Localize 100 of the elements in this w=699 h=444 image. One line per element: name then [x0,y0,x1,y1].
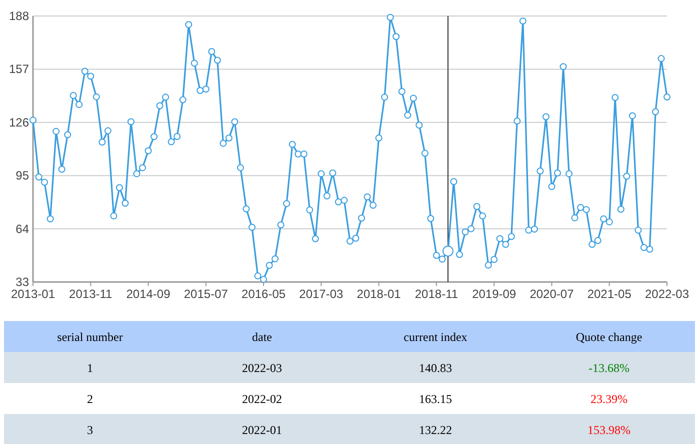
data-point[interactable] [306,206,314,214]
data-point[interactable] [462,228,469,236]
data-point[interactable] [606,218,613,226]
data-point[interactable] [266,262,273,269]
data-point[interactable] [231,118,238,126]
data-point[interactable] [456,251,463,258]
data-point[interactable] [139,164,146,172]
data-point[interactable] [150,133,158,140]
data-point[interactable] [254,272,262,280]
data-point[interactable] [41,178,48,186]
data-point[interactable] [64,131,72,138]
data-point[interactable] [127,118,134,126]
data-point[interactable] [312,235,319,242]
data-point[interactable] [508,233,515,240]
data-point[interactable] [479,212,486,220]
data-point[interactable] [202,86,210,93]
data-point[interactable] [58,166,66,173]
data-point[interactable] [554,170,561,177]
data-point[interactable] [340,196,348,204]
data-point[interactable] [144,147,152,154]
data-point[interactable] [612,94,619,102]
data-point[interactable] [404,112,412,119]
data-point[interactable] [375,134,382,142]
data-point[interactable] [438,256,446,263]
data-point[interactable] [594,236,602,244]
data-point[interactable] [300,150,308,158]
data-point[interactable] [334,198,342,206]
data-point[interactable] [70,92,77,99]
data-point[interactable] [260,276,268,283]
data-point[interactable] [623,172,630,180]
data-point[interactable] [237,164,244,172]
data-point[interactable] [410,94,417,102]
data-point[interactable] [220,140,227,147]
data-point[interactable] [582,206,590,214]
data-point[interactable] [548,183,556,190]
data-point[interactable] [174,132,181,140]
data-point[interactable] [617,206,624,213]
data-point[interactable] [525,226,532,234]
data-point[interactable] [318,170,325,178]
data-point[interactable] [652,108,659,116]
data-point[interactable] [421,150,428,157]
data-point[interactable] [196,86,204,94]
data-point[interactable] [514,118,521,125]
data-point[interactable] [283,200,290,208]
data-point[interactable] [442,246,454,257]
data-point[interactable] [628,112,636,120]
data-point[interactable] [98,138,106,146]
data-point[interactable] [530,226,538,233]
data-point[interactable] [225,134,232,142]
data-point[interactable] [364,193,371,200]
data-point[interactable] [185,21,192,28]
data-point[interactable] [133,170,140,178]
data-point[interactable] [536,167,544,174]
data-point[interactable] [646,246,654,253]
data-point[interactable] [179,96,186,104]
data-point[interactable] [116,184,123,192]
data-point[interactable] [392,33,400,40]
data-point[interactable] [496,235,504,242]
data-point[interactable] [30,116,36,124]
data-point[interactable] [370,202,377,209]
data-point[interactable] [473,203,480,210]
data-point[interactable] [577,204,584,212]
data-point[interactable] [381,94,388,101]
data-point[interactable] [450,178,458,186]
data-point[interactable] [398,88,406,95]
data-point[interactable] [208,48,216,56]
data-point[interactable] [588,240,596,248]
data-point[interactable] [242,205,250,212]
data-point[interactable] [352,234,360,242]
data-point[interactable] [600,215,608,222]
data-point[interactable] [277,221,284,228]
data-point[interactable] [104,127,112,134]
data-point[interactable] [658,55,665,62]
data-point[interactable] [35,173,42,180]
data-point[interactable] [272,255,279,262]
data-point[interactable] [542,113,550,120]
data-point[interactable] [571,214,578,222]
data-point[interactable] [468,225,475,232]
data-point[interactable] [52,128,60,135]
data-point[interactable] [640,244,648,251]
data-point[interactable] [288,140,296,148]
data-point[interactable] [346,238,354,245]
data-point[interactable] [76,101,83,108]
data-point[interactable] [294,150,302,158]
data-point[interactable] [634,226,642,234]
data-point[interactable] [323,192,330,200]
data-point[interactable] [168,138,175,146]
data-point[interactable] [46,215,54,222]
data-point[interactable] [214,56,221,64]
data-point[interactable] [248,224,256,231]
data-point[interactable] [664,94,670,100]
data-point[interactable] [386,14,394,21]
data-point[interactable] [502,240,510,248]
data-point[interactable] [156,102,164,110]
data-point[interactable] [87,72,94,80]
data-point[interactable] [519,17,526,24]
data-point[interactable] [560,63,567,70]
data-point[interactable] [566,170,573,178]
data-point[interactable] [432,252,440,259]
data-point[interactable] [92,93,100,100]
